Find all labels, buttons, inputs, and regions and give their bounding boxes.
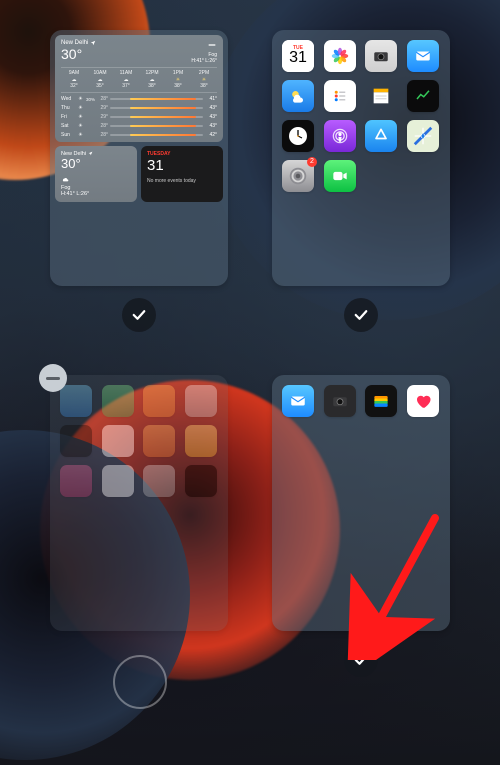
notes-app-icon[interactable] <box>365 80 397 112</box>
home-page-2[interactable]: TUE31 2 <box>272 30 450 286</box>
app-icon[interactable] <box>60 385 92 417</box>
weather-widget-small[interactable]: New Delhi 30° Fog H:41° L:26° <box>55 146 137 202</box>
app-icon[interactable] <box>143 425 175 457</box>
app-icon[interactable] <box>102 425 134 457</box>
location-icon <box>90 40 96 46</box>
cloud-icon <box>61 175 69 183</box>
facetime-app-icon[interactable] <box>324 160 356 192</box>
page-visibility-toggle-1[interactable] <box>122 298 156 332</box>
home-page-3[interactable] <box>50 375 228 631</box>
home-indicator-circle <box>113 655 167 709</box>
check-icon <box>352 651 370 669</box>
location-icon <box>88 151 93 156</box>
check-icon <box>130 306 148 324</box>
wallet-app-icon[interactable] <box>365 385 397 417</box>
page-visibility-toggle-4[interactable] <box>344 643 378 677</box>
home-page-1[interactable]: New Delhi 30° Fog H:41° L:26° 9AM☁32°10A… <box>50 30 228 286</box>
photos-app-icon[interactable] <box>324 40 356 72</box>
app-icon[interactable] <box>185 385 217 417</box>
page-visibility-toggle-2[interactable] <box>344 298 378 332</box>
notification-badge: 2 <box>307 157 317 167</box>
health-app-icon[interactable] <box>407 385 439 417</box>
calendar-widget-small[interactable]: Tuesday 31 No more events today <box>141 146 223 202</box>
fog-icon <box>207 40 217 50</box>
app-icon[interactable] <box>60 465 92 497</box>
weather-temp: 30° <box>61 47 96 61</box>
calendar-app-icon[interactable]: TUE31 <box>282 40 314 72</box>
mail-app-icon[interactable] <box>407 40 439 72</box>
remove-page-button[interactable] <box>39 364 67 392</box>
home-page-4[interactable] <box>272 375 450 631</box>
app-icon[interactable] <box>102 385 134 417</box>
camera-app-icon[interactable] <box>324 385 356 417</box>
stocks-app-icon[interactable] <box>407 80 439 112</box>
reminders-app-icon[interactable] <box>324 80 356 112</box>
weather-hourly: 9AM☁32°10AM☁35°11AM☁37°12PM☁38°1PM☀38°2P… <box>61 67 217 90</box>
app-icon[interactable] <box>102 465 134 497</box>
appstore-app-icon[interactable] <box>365 120 397 152</box>
podcasts-app-icon[interactable] <box>324 120 356 152</box>
check-icon <box>352 306 370 324</box>
settings-app-icon[interactable]: 2 <box>282 160 314 192</box>
clock-app-icon[interactable] <box>282 120 314 152</box>
weather-app-icon[interactable] <box>282 80 314 112</box>
mail-app-icon[interactable] <box>282 385 314 417</box>
app-icon[interactable] <box>185 465 217 497</box>
app-icon[interactable] <box>185 425 217 457</box>
app-icon[interactable] <box>143 465 175 497</box>
weather-daily: Wed☀30%28°41°Thu☀29°43°Fri☀29°43°Sat☀28°… <box>61 92 217 140</box>
app-icon[interactable] <box>60 425 92 457</box>
minus-icon <box>46 377 60 380</box>
weather-widget-large[interactable]: New Delhi 30° Fog H:41° L:26° 9AM☁32°10A… <box>55 35 223 142</box>
maps-app-icon[interactable] <box>407 120 439 152</box>
app-icon[interactable] <box>143 385 175 417</box>
camera-app-icon[interactable] <box>365 40 397 72</box>
